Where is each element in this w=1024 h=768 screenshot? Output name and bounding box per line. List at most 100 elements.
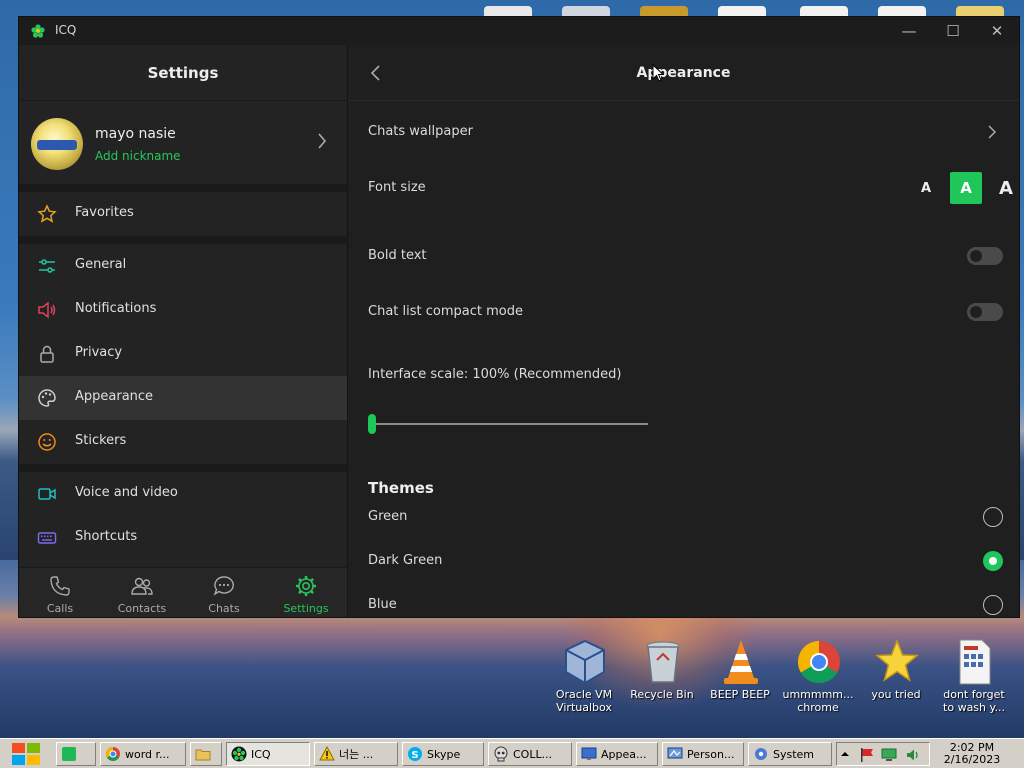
nav-settings[interactable]: Settings [265, 568, 347, 618]
add-nickname-link[interactable]: Add nickname [95, 149, 181, 163]
star-icon [874, 638, 920, 682]
nav-label: Contacts [117, 602, 167, 615]
theme-blue-radio[interactable] [983, 595, 1003, 615]
settings-header: Settings [19, 45, 347, 101]
sidebar-item-favorites[interactable]: Favorites [19, 192, 347, 236]
font-size-medium-button[interactable]: A [950, 172, 982, 204]
sidebar-item-label: Notifications [75, 301, 157, 316]
nav-label: Calls [46, 602, 74, 615]
network-icon[interactable] [881, 747, 897, 763]
chat-bubble-icon [213, 576, 234, 596]
sidebar-item-notifications[interactable]: Notifications [19, 288, 347, 332]
chevron-right-icon [318, 133, 327, 149]
icq-window: ICQ — ☐ ✕ Settings mayo nasie Add nickna… [19, 17, 1019, 617]
green-app-icon [62, 747, 76, 761]
sidebar-item-voice-video[interactable]: Voice and video [19, 472, 347, 516]
taskbar-item-skype[interactable]: S Skype [402, 742, 484, 766]
star-icon [37, 204, 57, 223]
warning-icon [319, 746, 335, 761]
taskbar-item-app[interactable] [56, 742, 96, 766]
nav-label: Chats [208, 602, 240, 615]
desktop-icon-recycle-bin[interactable]: Recycle Bin [624, 636, 700, 716]
profile-name: mayo nasie [95, 126, 176, 142]
taskbar-item-coll[interactable]: COLL... [488, 742, 572, 766]
start-button-windows-icon[interactable] [8, 740, 44, 768]
sidebar-item-appearance[interactable]: Appearance [19, 376, 347, 420]
lock-icon [40, 345, 54, 363]
interface-scale-track[interactable] [372, 423, 648, 425]
desktop-icon-label: dont forget to wash y... [943, 688, 1005, 714]
recycle-bin-icon [646, 641, 680, 683]
desktop-icon-label: Oracle VM Virtualbox [555, 688, 613, 714]
page-title: Appearance [636, 65, 731, 81]
taskbar-item-appearance[interactable]: Appea... [576, 742, 658, 766]
profile-card[interactable]: mayo nasie Add nickname [19, 102, 347, 184]
system-tray [836, 742, 930, 766]
font-size-large-button[interactable]: A [990, 172, 1019, 204]
interface-scale-handle[interactable] [368, 414, 376, 434]
taskbar-item-system[interactable]: System [748, 742, 832, 766]
sidebar-item-shortcuts[interactable]: Shortcuts [19, 516, 347, 560]
themes-heading: Themes [368, 479, 434, 497]
vlc-cone-icon [724, 640, 758, 684]
desktop-icon-dont-forget[interactable]: dont forget to wash y... [936, 636, 1012, 716]
nav-contacts[interactable]: Contacts [101, 568, 183, 618]
theme-dark-green-radio[interactable] [983, 551, 1003, 571]
taskbar-item-explorer[interactable] [190, 742, 222, 766]
sidebar-item-privacy[interactable]: Privacy [19, 332, 347, 376]
bottom-navigation: Calls Contacts Chats Settings [19, 567, 347, 617]
skype-icon: S [408, 747, 422, 761]
chrome-icon [106, 747, 120, 761]
back-arrow-icon[interactable] [364, 61, 388, 85]
close-button[interactable]: ✕ [975, 19, 1019, 43]
desktop-icon-label: Recycle Bin [630, 688, 694, 701]
compact-mode-toggle[interactable] [967, 303, 1003, 321]
theme-green-label: Green [368, 509, 408, 524]
section-divider [19, 184, 347, 192]
sidebar-item-label: General [75, 257, 127, 272]
taskbar-item-personalization[interactable]: Person... [662, 742, 744, 766]
maximize-button[interactable]: ☐ [931, 19, 975, 43]
sidebar-item-label: Shortcuts [75, 529, 138, 544]
sidebar-item-general[interactable]: General [19, 244, 347, 288]
contacts-icon [131, 577, 153, 595]
desktop-icon-virtualbox[interactable]: Oracle VM Virtualbox [546, 636, 622, 716]
icq-flower-icon [231, 746, 247, 762]
desktop-icon-chrome[interactable]: ummmmm... chrome [780, 636, 856, 716]
theme-green-radio[interactable] [983, 507, 1003, 527]
taskbar-item-warning[interactable]: 너는 ... [314, 742, 398, 766]
desktop-icon-label: ummmmm... chrome [782, 688, 854, 714]
mouse-cursor-icon [652, 64, 664, 82]
icq-flower-icon [31, 24, 45, 38]
sidebar-item-label: Voice and video [75, 485, 178, 500]
taskbar-item-icq[interactable]: ICQ [226, 742, 310, 766]
skull-icon [494, 746, 508, 762]
section-divider [19, 236, 347, 244]
taskbar-item-chrome[interactable]: word r... [100, 742, 186, 766]
sidebar-item-stickers[interactable]: Stickers [19, 420, 347, 464]
desktop-icon-label: you tried [871, 688, 921, 701]
flag-icon[interactable] [859, 747, 875, 763]
title-bar[interactable]: ICQ — ☐ ✕ [19, 17, 1019, 45]
sidebar-item-label: Favorites [75, 205, 134, 220]
taskbar: word r... ICQ 너는 ... S Skype COLL... App… [0, 738, 1024, 768]
chats-wallpaper-row[interactable]: Chats wallpaper [348, 102, 1019, 160]
font-size-label: Font size [368, 180, 426, 195]
theme-blue-label: Blue [368, 597, 397, 612]
minimize-button[interactable]: — [887, 19, 931, 43]
sidebar-item-label: Privacy [75, 345, 123, 360]
font-size-small-button[interactable]: A [910, 172, 942, 204]
taskbar-clock[interactable]: 2:02 PM 2/16/2023 [932, 741, 1012, 767]
desktop-icon-you-tried[interactable]: you tried [858, 636, 934, 716]
nav-calls[interactable]: Calls [19, 568, 101, 618]
sidebar-item-label: Appearance [75, 389, 154, 404]
nav-chats[interactable]: Chats [183, 568, 265, 618]
sliders-icon [39, 259, 55, 273]
desktop-icon-vlc[interactable]: BEEP BEEP [702, 636, 778, 716]
bold-text-toggle[interactable] [967, 247, 1003, 265]
theme-dark-green-label: Dark Green [368, 553, 443, 568]
volume-icon[interactable] [905, 747, 921, 763]
tray-expand-icon[interactable] [840, 749, 850, 759]
appearance-header: Appearance [348, 45, 1019, 101]
chevron-right-icon [988, 125, 997, 139]
